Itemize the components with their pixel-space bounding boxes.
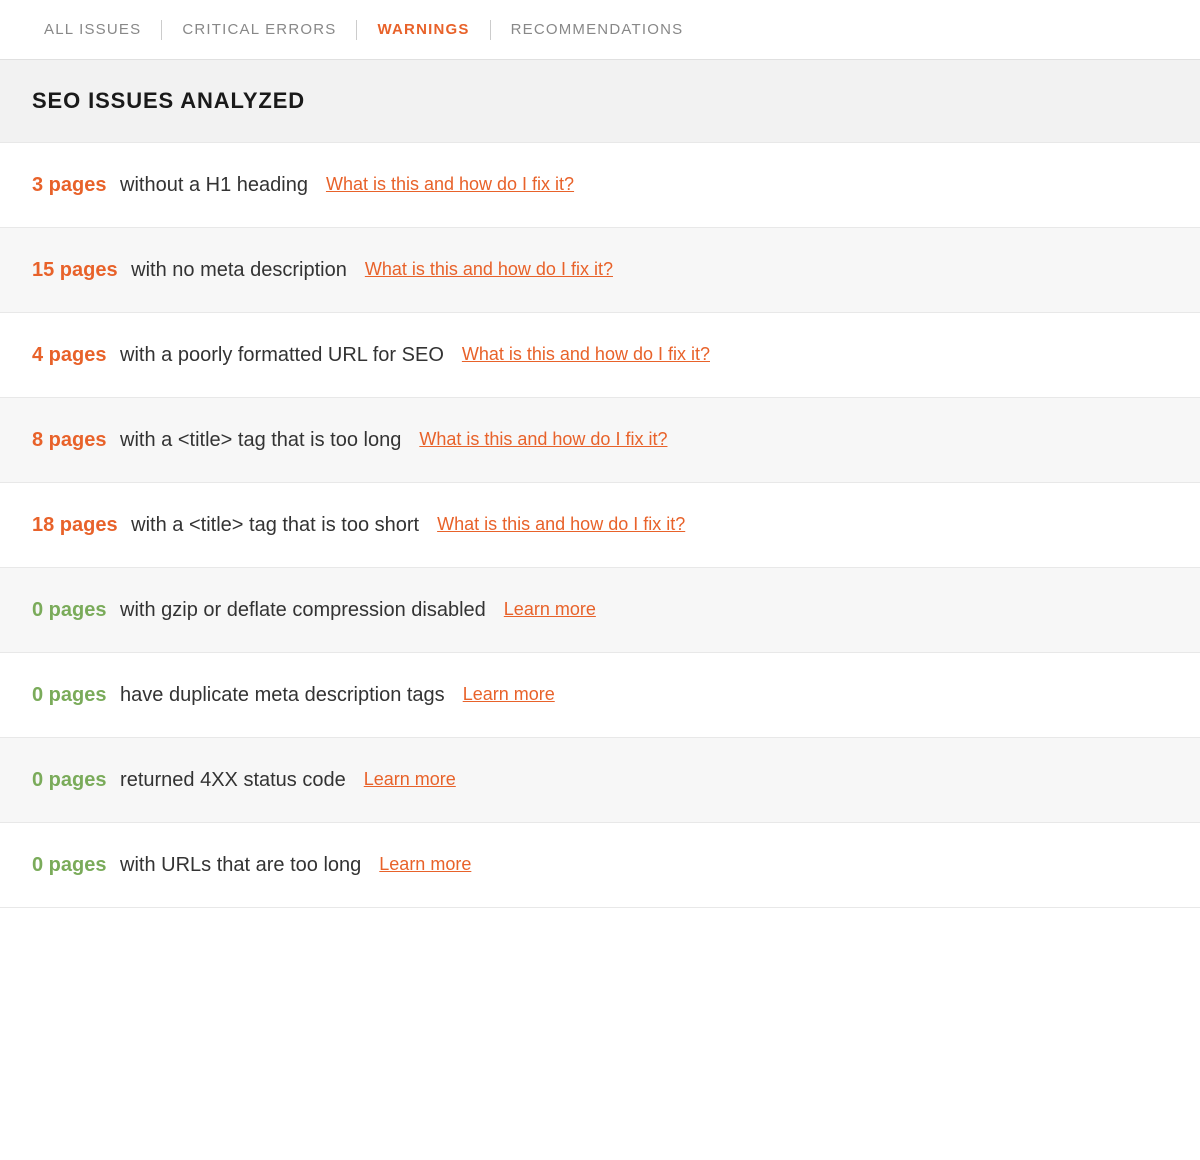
issue-count-title-too-short: 18 pages	[32, 511, 118, 539]
issue-row-h1-heading: 3 pages without a H1 heading What is this…	[0, 143, 1200, 228]
issue-count-duplicate-meta: 0 pages	[32, 681, 106, 709]
tab-recommendations[interactable]: RECOMMENDATIONS	[491, 0, 704, 59]
issue-count-url-format: 4 pages	[32, 341, 106, 369]
issue-link-gzip-compression[interactable]: Learn more	[504, 597, 596, 622]
issue-text-gzip-compression: with gzip or deflate compression disable…	[114, 596, 485, 624]
issue-link-url-too-long[interactable]: Learn more	[379, 852, 471, 877]
issue-row-duplicate-meta: 0 pages have duplicate meta description …	[0, 653, 1200, 738]
issue-text-url-too-long: with URLs that are too long	[114, 851, 361, 879]
issue-link-h1-heading[interactable]: What is this and how do I fix it?	[326, 172, 574, 197]
issue-count-title-too-long: 8 pages	[32, 426, 106, 454]
issue-count-url-too-long: 0 pages	[32, 851, 106, 879]
issue-text-4xx-status: returned 4XX status code	[114, 766, 345, 794]
issue-row-title-too-short: 18 pages with a <title> tag that is too …	[0, 483, 1200, 568]
main-content: SEO ISSUES ANALYZED 3 pages without a H1…	[0, 60, 1200, 908]
tab-critical-errors[interactable]: CRITICAL ERRORS	[162, 0, 356, 59]
issue-count-4xx-status: 0 pages	[32, 766, 106, 794]
issue-text-h1-heading: without a H1 heading	[114, 171, 307, 199]
tab-all-issues[interactable]: ALL ISSUES	[24, 0, 161, 59]
issue-text-title-too-long: with a <title> tag that is too long	[114, 426, 401, 454]
tab-warnings[interactable]: WARNINGS	[357, 0, 489, 59]
section-title: SEO ISSUES ANALYZED	[32, 88, 1168, 114]
issue-text-duplicate-meta: have duplicate meta description tags	[114, 681, 444, 709]
issue-row-meta-description: 15 pages with no meta description What is…	[0, 228, 1200, 313]
issue-link-title-too-short[interactable]: What is this and how do I fix it?	[437, 512, 685, 537]
nav-tabs: ALL ISSUES CRITICAL ERRORS WARNINGS RECO…	[0, 0, 1200, 60]
section-header: SEO ISSUES ANALYZED	[0, 60, 1200, 143]
issue-link-4xx-status[interactable]: Learn more	[364, 767, 456, 792]
issue-text-meta-description: with no meta description	[126, 256, 347, 284]
issue-row-url-format: 4 pages with a poorly formatted URL for …	[0, 313, 1200, 398]
issue-link-meta-description[interactable]: What is this and how do I fix it?	[365, 257, 613, 282]
issue-row-gzip-compression: 0 pages with gzip or deflate compression…	[0, 568, 1200, 653]
issue-link-url-format[interactable]: What is this and how do I fix it?	[462, 342, 710, 367]
issue-link-duplicate-meta[interactable]: Learn more	[463, 682, 555, 707]
issue-row-title-too-long: 8 pages with a <title> tag that is too l…	[0, 398, 1200, 483]
issue-count-h1-heading: 3 pages	[32, 171, 106, 199]
issue-link-title-too-long[interactable]: What is this and how do I fix it?	[419, 427, 667, 452]
issues-list: 3 pages without a H1 heading What is this…	[0, 143, 1200, 908]
issue-text-title-too-short: with a <title> tag that is too short	[126, 511, 420, 539]
issue-row-url-too-long: 0 pages with URLs that are too long Learn…	[0, 823, 1200, 908]
issue-row-4xx-status: 0 pages returned 4XX status code Learn mo…	[0, 738, 1200, 823]
issue-text-url-format: with a poorly formatted URL for SEO	[114, 341, 443, 369]
issue-count-meta-description: 15 pages	[32, 256, 118, 284]
issue-count-gzip-compression: 0 pages	[32, 596, 106, 624]
